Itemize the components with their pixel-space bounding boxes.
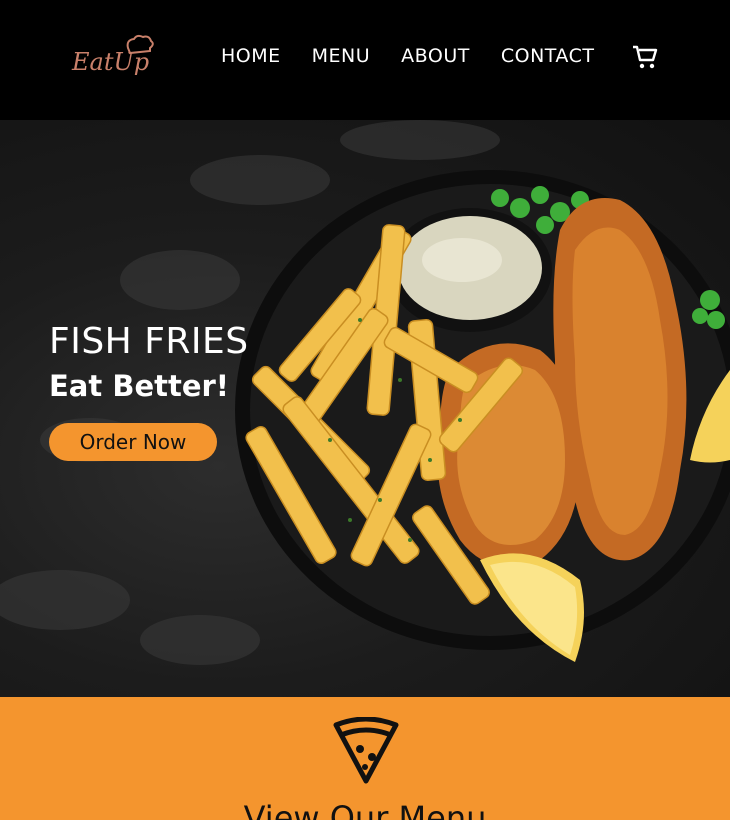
hero-title: FISH FRIES — [49, 321, 249, 362]
nav-menu-link[interactable]: MENU — [312, 44, 371, 68]
site-header: EatUp HOME MENU ABOUT CONTACT — [0, 0, 730, 120]
hero-subtitle: Eat Better! — [49, 369, 230, 403]
fish-and-chips-image — [0, 120, 730, 665]
logo-text: EatUp — [71, 48, 149, 76]
logo-graphic: EatUp — [71, 34, 154, 76]
nav-home-link[interactable]: HOME — [221, 44, 281, 68]
main-nav: HOME MENU ABOUT CONTACT — [221, 44, 625, 68]
hero-banner: FISH FRIES Eat Better! Order Now — [0, 120, 730, 697]
shopping-cart-icon[interactable] — [631, 43, 659, 71]
eatup-logo[interactable]: EatUp — [70, 34, 160, 78]
nav-about-link[interactable]: ABOUT — [401, 44, 470, 68]
menu-heading: View Our Menu — [243, 799, 487, 820]
order-now-button[interactable]: Order Now — [49, 423, 217, 461]
menu-section: View Our Menu — [0, 697, 730, 820]
pizza-slice-icon — [332, 716, 400, 785]
nav-contact-link[interactable]: CONTACT — [501, 44, 595, 68]
